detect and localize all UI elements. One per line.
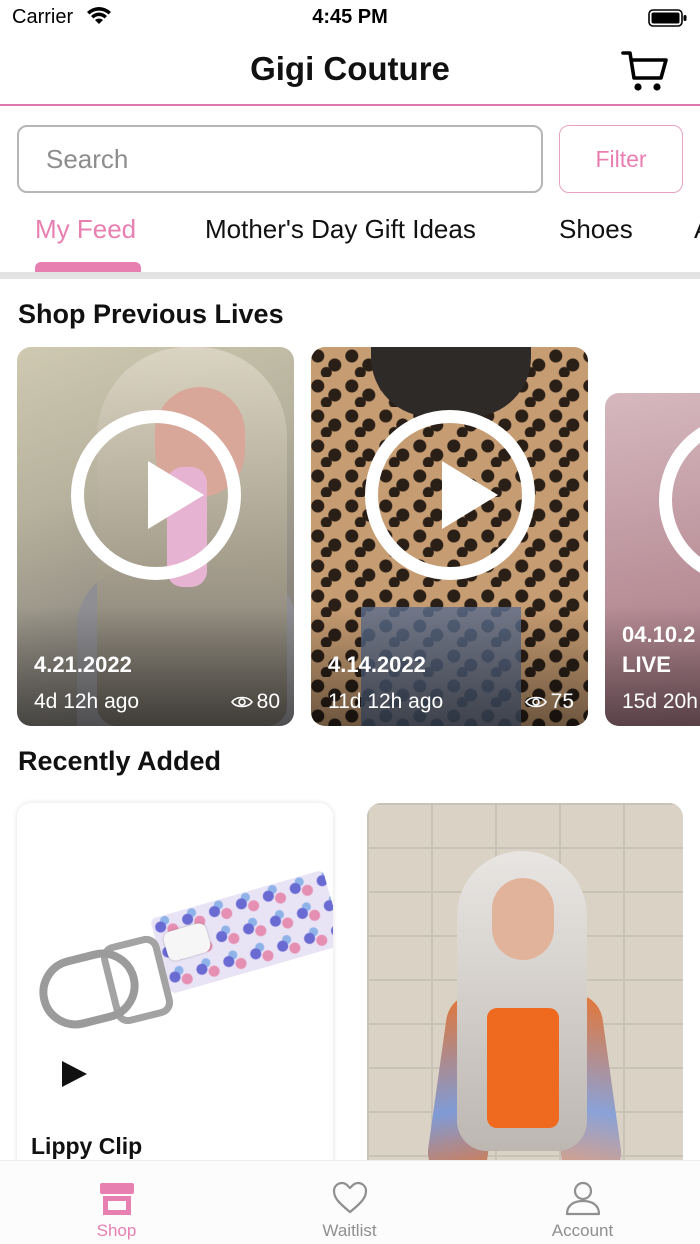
tabs-divider bbox=[0, 272, 700, 279]
tab-shoes[interactable]: Shoes bbox=[559, 214, 633, 245]
eye-icon bbox=[230, 696, 253, 708]
view-count: 75 bbox=[524, 690, 574, 714]
category-tabs: My Feed Mother's Day Gift Ideas Shoes A bbox=[0, 200, 700, 274]
tab-label: Account bbox=[551, 1221, 614, 1240]
live-date: 04.10.2 bbox=[622, 622, 696, 647]
live-card[interactable]: 4.14.2022 11d 12h ago 75 bbox=[311, 347, 588, 726]
product-card[interactable]: Lippy Clip bbox=[17, 803, 333, 1183]
product-name: Lippy Clip bbox=[31, 1133, 143, 1159]
store-icon bbox=[100, 1183, 134, 1215]
tab-waitlist[interactable]: Waitlist bbox=[233, 1161, 466, 1244]
clock: 4:45 PM bbox=[312, 6, 388, 28]
tab-label: Waitlist bbox=[322, 1221, 377, 1240]
eye-icon bbox=[524, 696, 547, 708]
play-icon[interactable] bbox=[62, 1061, 87, 1087]
tab-my-feed[interactable]: My Feed bbox=[35, 214, 136, 245]
live-date: 4.21.2022 bbox=[34, 652, 132, 677]
tab-account[interactable]: Account bbox=[466, 1161, 699, 1244]
filter-button[interactable]: Filter bbox=[559, 125, 683, 193]
section-title-previous-lives: Shop Previous Lives bbox=[18, 299, 284, 329]
bottom-tab-bar: Shop Waitlist Account bbox=[0, 1160, 700, 1244]
tab-mothers-day-gift-ideas[interactable]: Mother's Day Gift Ideas bbox=[205, 214, 476, 245]
battery-icon bbox=[648, 9, 687, 27]
view-count: 80 bbox=[230, 690, 280, 714]
tab-shop[interactable]: Shop bbox=[0, 1161, 233, 1244]
live-ago: 4d 12h ago bbox=[34, 690, 140, 713]
play-icon[interactable] bbox=[71, 410, 241, 580]
app-header: Gigi Couture bbox=[0, 36, 700, 106]
live-ago: 15d 20h bbox=[622, 690, 698, 713]
live-card[interactable]: 04.10.2 LIVE 15d 20h bbox=[605, 393, 700, 726]
section-title-recently-added: Recently Added bbox=[18, 746, 222, 776]
product-card[interactable] bbox=[367, 803, 683, 1183]
live-badge: LIVE bbox=[622, 652, 671, 677]
person-icon bbox=[565, 1181, 601, 1216]
shopping-cart-icon[interactable] bbox=[620, 48, 670, 94]
status-bar: Carrier 4:45 PM bbox=[0, 0, 700, 36]
tab-label: Shop bbox=[96, 1221, 137, 1240]
heart-icon bbox=[332, 1181, 368, 1214]
live-ago: 11d 12h ago bbox=[328, 690, 444, 713]
live-date: 4.14.2022 bbox=[328, 652, 426, 677]
search-input[interactable] bbox=[17, 125, 543, 193]
tab-next-category[interactable]: A bbox=[694, 214, 700, 245]
play-icon[interactable] bbox=[365, 410, 535, 580]
live-card[interactable]: 4.21.2022 4d 12h ago 80 bbox=[17, 347, 294, 726]
app-title: Gigi Couture bbox=[250, 50, 450, 87]
